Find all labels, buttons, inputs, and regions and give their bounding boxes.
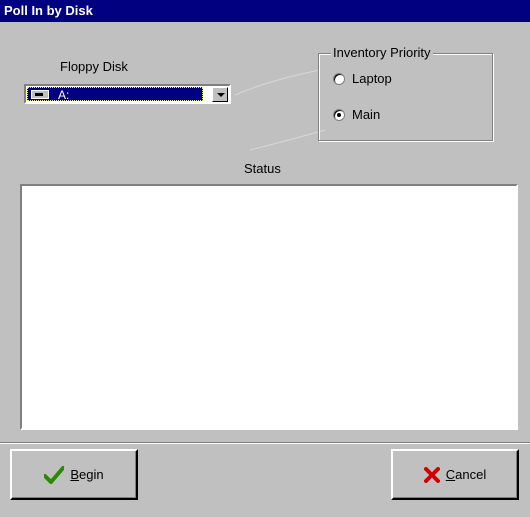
begin-label: Begin (70, 467, 104, 482)
dropdown-arrow-button[interactable] (212, 87, 228, 102)
inventory-priority-legend: Inventory Priority (331, 45, 433, 60)
radio-main[interactable]: Main (333, 107, 380, 122)
cancel-label: Cancel (445, 467, 487, 482)
inventory-priority-group: Inventory Priority Laptop Main (318, 45, 493, 141)
status-textbox[interactable] (20, 184, 518, 430)
status-label: Status (244, 161, 281, 176)
window-title: Poll In by Disk (4, 3, 93, 18)
checkmark-icon (44, 465, 65, 484)
floppy-disk-value: A: (58, 88, 70, 102)
floppy-disk-combobox[interactable]: A: (24, 84, 231, 104)
cancel-button[interactable]: Cancel (391, 449, 519, 500)
separator-line (0, 442, 530, 444)
decorative-lines (234, 69, 326, 151)
radio-button-laptop[interactable] (333, 72, 345, 85)
floppy-disk-selected: A: (27, 87, 203, 102)
begin-button[interactable]: Begin (10, 449, 138, 500)
floppy-drive-icon (31, 90, 49, 99)
radio-button-main[interactable] (333, 108, 345, 121)
x-icon (423, 466, 440, 483)
poll-in-by-disk-window: Poll In by Disk Floppy Disk A: Inventory… (0, 0, 530, 517)
title-bar[interactable]: Poll In by Disk (0, 0, 530, 22)
radio-label-laptop: Laptop (352, 71, 392, 86)
floppy-disk-label: Floppy Disk (60, 59, 128, 74)
radio-laptop[interactable]: Laptop (333, 71, 392, 86)
radio-label-main: Main (352, 107, 381, 122)
